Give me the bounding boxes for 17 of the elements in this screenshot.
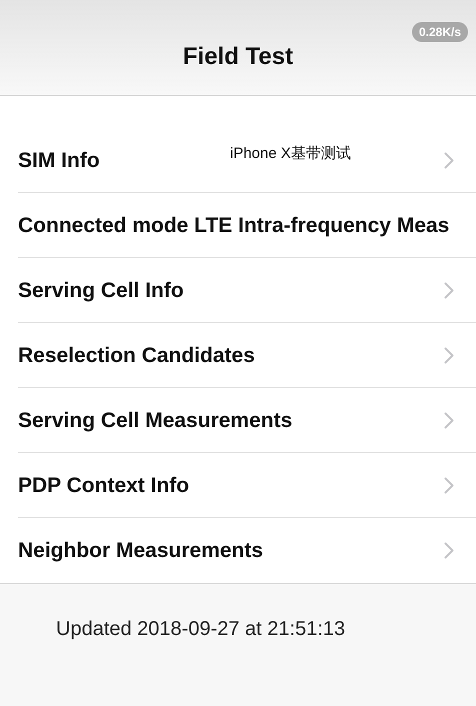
item-label: Neighbor Measurements [18,538,264,564]
list-item[interactable]: Neighbor Measurements [0,518,476,583]
list-item[interactable]: Reselection Candidates [0,323,476,388]
list-item[interactable]: PDP Context Info [0,453,476,518]
list-item[interactable]: Connected mode LTE Intra-frequency Meas [0,193,476,258]
item-label: PDP Context Info [18,472,190,499]
item-label: Serving Cell Measurements [18,408,292,434]
item-label: Connected mode LTE Intra-frequency Meas [18,212,450,239]
item-label: Reselection Candidates [18,342,255,369]
window-title: Field Test [182,42,294,72]
item-label: Serving Cell Info [18,278,184,304]
item-label: SIM Info [18,148,100,174]
list-item[interactable]: Serving Cell Info [0,258,476,323]
updated-timestamp: Updated 2018-09-27 at 21:51:13 [56,618,346,640]
overlay-caption: iPhone X基带测试 [230,144,351,164]
list-item[interactable]: Serving Cell Measurements [0,388,476,453]
status-badge: 0.28K/s [412,22,468,42]
